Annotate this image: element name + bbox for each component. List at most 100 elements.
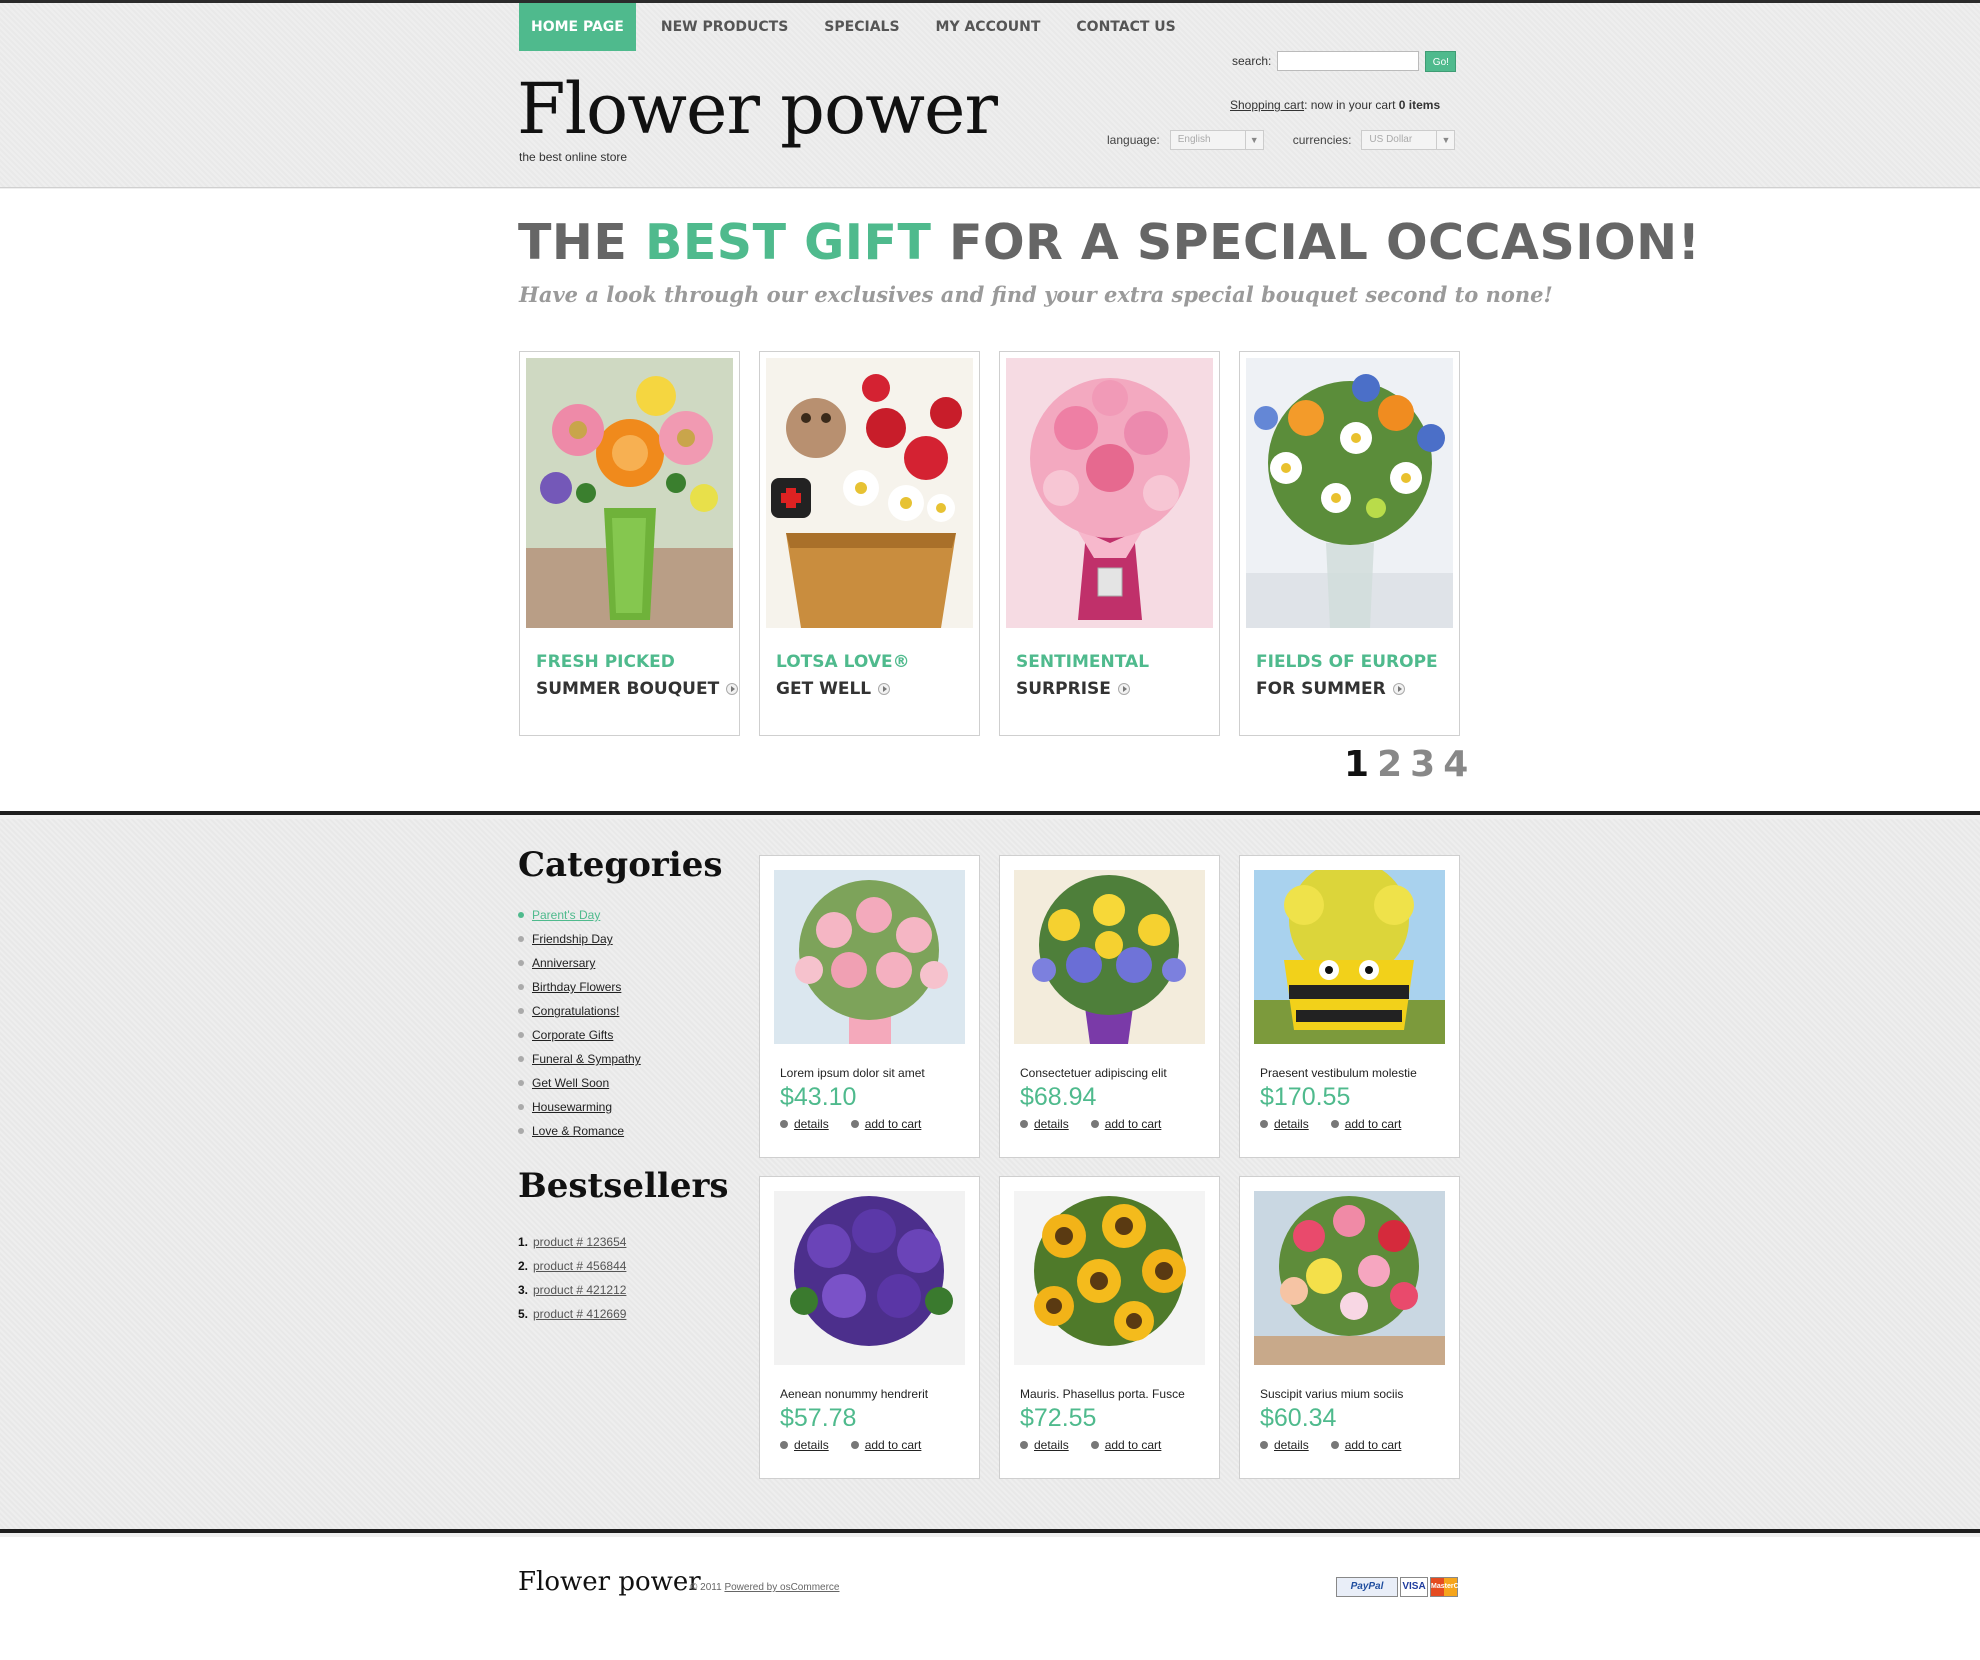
bullet-icon (518, 1080, 524, 1086)
details-link[interactable]: details (1260, 1117, 1309, 1131)
product-image[interactable] (1254, 870, 1445, 1044)
main-nav: HOME PAGE NEW PRODUCTS SPECIALS MY ACCOU… (519, 3, 1201, 51)
bestseller-item[interactable]: 3. product # 421212 (518, 1278, 626, 1302)
bouquet-image[interactable] (766, 358, 973, 628)
cart-text: : now in your cart (1304, 98, 1399, 112)
feature-title: FRESH PICKED (536, 652, 675, 672)
arrow-right-icon[interactable] (1117, 683, 1130, 695)
shopping-cart-link[interactable]: Shopping cart (1230, 98, 1304, 112)
feature-title: LOTSA LOVE® (776, 652, 910, 672)
details-link[interactable]: details (1020, 1438, 1069, 1452)
details-link[interactable]: details (780, 1438, 829, 1452)
bullet-icon (780, 1120, 788, 1128)
product-name[interactable]: Consectetuer adipiscing elit (1020, 1066, 1167, 1080)
details-link[interactable]: details (1260, 1438, 1309, 1452)
arrow-right-icon[interactable] (1392, 683, 1405, 695)
arrow-right-icon[interactable] (878, 683, 891, 695)
product-card: Aenean nonummy hendrerit $57.78 details … (759, 1176, 980, 1479)
feature-card[interactable]: LOTSA LOVE® GET WELL (759, 351, 980, 736)
details-link[interactable]: details (1020, 1117, 1069, 1131)
category-item[interactable]: Birthday Flowers (518, 975, 641, 999)
pager-page-2[interactable]: 2 (1377, 744, 1402, 785)
bullet-icon (518, 1032, 524, 1038)
bullet-icon (1090, 1120, 1099, 1128)
product-image[interactable] (774, 1191, 965, 1365)
site-logo[interactable]: Flower power (517, 67, 998, 151)
product-actions: details add to cart (1020, 1117, 1183, 1131)
bullet-icon (518, 912, 524, 918)
category-item[interactable]: Anniversary (518, 951, 641, 975)
product-name[interactable]: Mauris. Phasellus porta. Fusce (1020, 1387, 1185, 1401)
product-price: $57.78 (780, 1404, 857, 1432)
footer-logo[interactable]: Flower power (518, 1567, 701, 1597)
feature-title: FIELDS OF EUROPE (1256, 652, 1438, 672)
add-to-cart-link[interactable]: add to cart (850, 1438, 921, 1452)
product-price: $60.34 (1260, 1404, 1337, 1432)
category-item[interactable]: Friendship Day (518, 927, 641, 951)
product-name[interactable]: Lorem ipsum dolor sit amet (780, 1066, 925, 1080)
feature-card[interactable]: FRESH PICKED SUMMER BOUQUET (519, 351, 740, 736)
bouquet-image[interactable] (1246, 358, 1453, 628)
bullet-icon (1260, 1441, 1268, 1449)
bullet-icon (518, 1056, 524, 1062)
slider-pager: 1 2 3 4 (1336, 744, 1468, 785)
add-to-cart-link[interactable]: add to cart (1090, 1117, 1161, 1131)
categories-heading: Categories (518, 845, 723, 885)
feature-card[interactable]: FIELDS OF EUROPE FOR SUMMER (1239, 351, 1460, 736)
category-item[interactable]: Corporate Gifts (518, 1023, 641, 1047)
powered-by-link[interactable]: Powered by osCommerce (724, 1582, 839, 1593)
nav-contact-us[interactable]: CONTACT US (1065, 3, 1186, 51)
nav-my-account[interactable]: MY ACCOUNT (925, 3, 1052, 51)
pager-page-1[interactable]: 1 (1344, 744, 1369, 785)
product-name[interactable]: Aenean nonummy hendrerit (780, 1387, 928, 1401)
bouquet-image[interactable] (1006, 358, 1213, 628)
category-item[interactable]: Congratulations! (518, 999, 641, 1023)
arrow-right-icon[interactable] (726, 683, 739, 695)
cart-summary: Shopping cart: now in your cart 0 items (1230, 98, 1440, 112)
search-form: search: Go! (1232, 50, 1457, 72)
product-name[interactable]: Praesent vestibulum molestie (1260, 1066, 1417, 1080)
product-image[interactable] (774, 870, 965, 1044)
bestseller-item[interactable]: 1. product # 123654 (518, 1230, 626, 1254)
pager-page-4[interactable]: 4 (1443, 744, 1468, 785)
feature-subtitle[interactable]: SURPRISE (1016, 679, 1130, 699)
product-image[interactable] (1014, 1191, 1205, 1365)
currency-select[interactable]: US Dollar ▼ (1361, 130, 1456, 150)
search-go-button[interactable]: Go! (1425, 50, 1457, 72)
chevron-down-icon: ▼ (1244, 131, 1263, 149)
language-value: English (1177, 134, 1211, 145)
add-to-cart-link[interactable]: add to cart (1090, 1438, 1161, 1452)
nav-specials[interactable]: SPECIALS (813, 3, 910, 51)
details-link[interactable]: details (780, 1117, 829, 1131)
add-to-cart-link[interactable]: add to cart (850, 1117, 921, 1131)
search-input[interactable] (1277, 51, 1420, 71)
feature-subtitle[interactable]: GET WELL (776, 679, 891, 699)
product-actions: details add to cart (780, 1438, 943, 1452)
feature-subtitle[interactable]: SUMMER BOUQUET (536, 679, 739, 699)
product-image[interactable] (1014, 870, 1205, 1044)
category-item[interactable]: Parent's Day (518, 903, 641, 927)
category-item[interactable]: Funeral & Sympathy (518, 1047, 641, 1071)
pager-page-3[interactable]: 3 (1410, 744, 1435, 785)
feature-subtitle[interactable]: FOR SUMMER (1256, 679, 1405, 699)
hero-title: THE BEST GIFT FOR A SPECIAL OCCASION! (518, 214, 1701, 271)
language-select[interactable]: English ▼ (1169, 130, 1264, 150)
feature-card[interactable]: SENTIMENTAL SURPRISE (999, 351, 1220, 736)
product-name[interactable]: Suscipit varius mium sociis (1260, 1387, 1403, 1401)
paypal-icon: PayPal (1336, 1577, 1398, 1597)
nav-home-page[interactable]: HOME PAGE (519, 3, 636, 51)
bullet-icon (518, 1128, 524, 1134)
add-to-cart-link[interactable]: add to cart (1330, 1438, 1401, 1452)
currency-value: US Dollar (1369, 134, 1413, 145)
category-item[interactable]: Housewarming (518, 1095, 641, 1119)
bouquet-image[interactable] (526, 358, 733, 628)
product-image[interactable] (1254, 1191, 1445, 1365)
product-card: Suscipit varius mium sociis $60.34 detai… (1239, 1176, 1460, 1479)
site-header: HOME PAGE NEW PRODUCTS SPECIALS MY ACCOU… (0, 0, 1980, 188)
category-item[interactable]: Get Well Soon (518, 1071, 641, 1095)
nav-new-products[interactable]: NEW PRODUCTS (650, 3, 799, 51)
add-to-cart-link[interactable]: add to cart (1330, 1117, 1401, 1131)
bestseller-item[interactable]: 5. product # 412669 (518, 1302, 626, 1326)
bestseller-item[interactable]: 2. product # 456844 (518, 1254, 626, 1278)
category-item[interactable]: Love & Romance (518, 1119, 641, 1143)
